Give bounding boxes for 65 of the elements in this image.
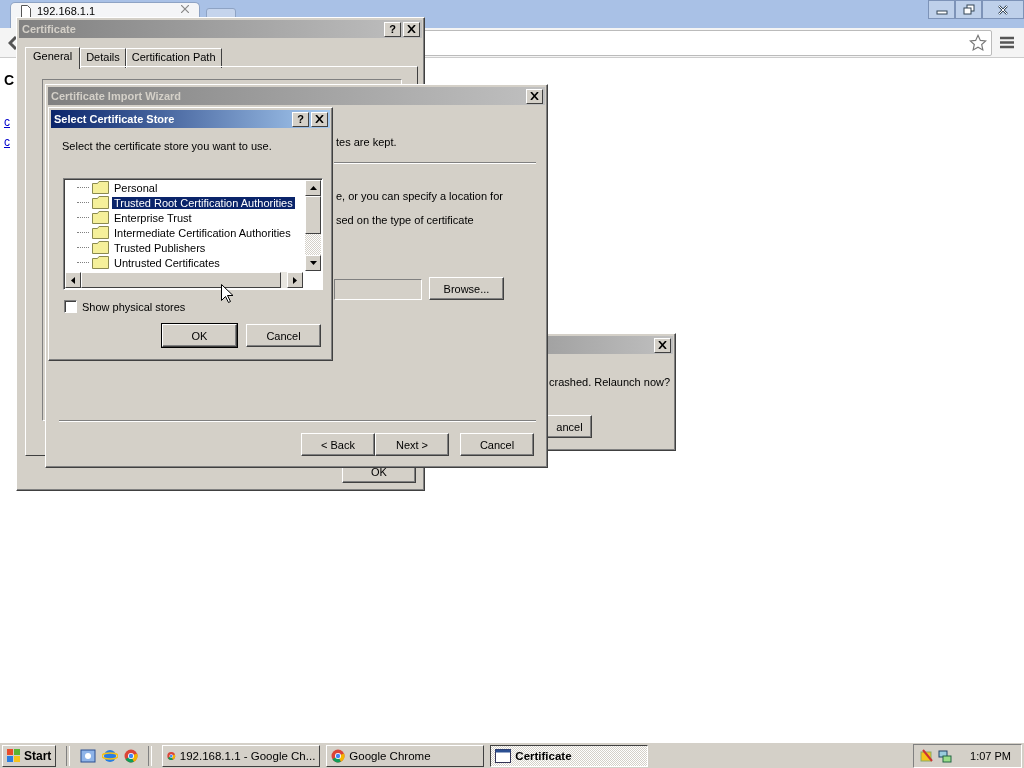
tree-item[interactable]: Untrusted Certificates: [66, 255, 302, 270]
path-field[interactable]: [334, 279, 422, 300]
menu-icon[interactable]: [1000, 36, 1014, 49]
network-icon[interactable]: [938, 748, 953, 763]
page-link[interactable]: c: [4, 132, 15, 152]
folder-icon: [92, 181, 109, 194]
help-button[interactable]: ?: [292, 111, 309, 127]
vertical-scrollbar[interactable]: [305, 180, 321, 271]
browse-button[interactable]: Browse...: [429, 277, 504, 300]
close-icon: [407, 25, 416, 33]
close-icon: [315, 115, 324, 123]
close-icon[interactable]: [181, 5, 189, 13]
taskbar-button[interactable]: Google Chrome: [326, 744, 485, 767]
chrome-icon: [124, 748, 139, 763]
window-title: Select Certificate Store: [54, 113, 175, 125]
window-title: Certificate Import Wizard: [51, 90, 182, 102]
window-icon: [495, 748, 512, 763]
instruction-text: Select the certificate store you want to use.: [62, 140, 272, 152]
checkbox-label: Show physical stores: [82, 300, 186, 313]
start-button[interactable]: Start: [2, 744, 57, 767]
cancel-button[interactable]: ancel: [547, 415, 592, 438]
checkbox[interactable]: [64, 300, 77, 313]
restore-icon: [962, 4, 975, 15]
browser-icon[interactable]: [102, 747, 119, 764]
taskbar-button[interactable]: 192.168.1.1 - Google Ch...: [162, 744, 321, 767]
tab[interactable]: General: [25, 47, 81, 69]
close-icon: [997, 4, 1009, 15]
tray-icon[interactable]: [920, 748, 935, 763]
right-arrow-icon: [293, 276, 297, 284]
windows-logo-icon: [7, 749, 21, 762]
folder-icon: [92, 196, 109, 209]
clock: 1:07 PM: [970, 749, 1011, 762]
scroll-thumb[interactable]: [305, 196, 321, 234]
down-arrow-icon: [309, 261, 317, 265]
folder-icon: [92, 226, 109, 239]
taskbar-button[interactable]: Certificate: [490, 744, 649, 767]
folder-icon: [92, 241, 109, 254]
wizard-text: sed on the type of certificate: [336, 214, 474, 226]
dialog-message: crashed. Relaunch now?: [549, 376, 671, 388]
folder-icon: [92, 256, 109, 269]
close-icon: [658, 341, 667, 349]
tree-item[interactable]: Trusted Publishers: [66, 240, 302, 255]
back-button[interactable]: < Back: [301, 433, 375, 456]
folder-icon: [92, 211, 109, 224]
restore-button[interactable]: [955, 0, 982, 19]
horizontal-scrollbar[interactable]: [65, 272, 303, 288]
cancel-button[interactable]: Cancel: [460, 433, 534, 456]
desktop-icon[interactable]: [80, 747, 97, 764]
cancel-button[interactable]: Cancel: [246, 324, 321, 347]
chrome-icon: [331, 748, 346, 763]
page-link[interactable]: c: [4, 112, 15, 132]
tree-item[interactable]: Personal: [66, 180, 302, 195]
tab[interactable]: Certification Path: [125, 48, 222, 68]
close-icon: [530, 92, 539, 100]
next-button[interactable]: Next >: [375, 433, 449, 456]
tree-item[interactable]: Intermediate Certification Authorities: [66, 225, 302, 240]
up-arrow-icon: [309, 186, 317, 190]
left-arrow-icon: [71, 276, 75, 284]
tab[interactable]: Details: [80, 48, 126, 68]
wizard-text: tes are kept.: [336, 136, 397, 148]
page-heading: C: [4, 72, 15, 88]
wizard-text: e, or you can specify a location for: [336, 190, 503, 202]
star-icon[interactable]: [969, 33, 987, 52]
tree-item[interactable]: Enterprise Trust: [66, 210, 302, 225]
ok-button[interactable]: OK: [162, 324, 237, 347]
